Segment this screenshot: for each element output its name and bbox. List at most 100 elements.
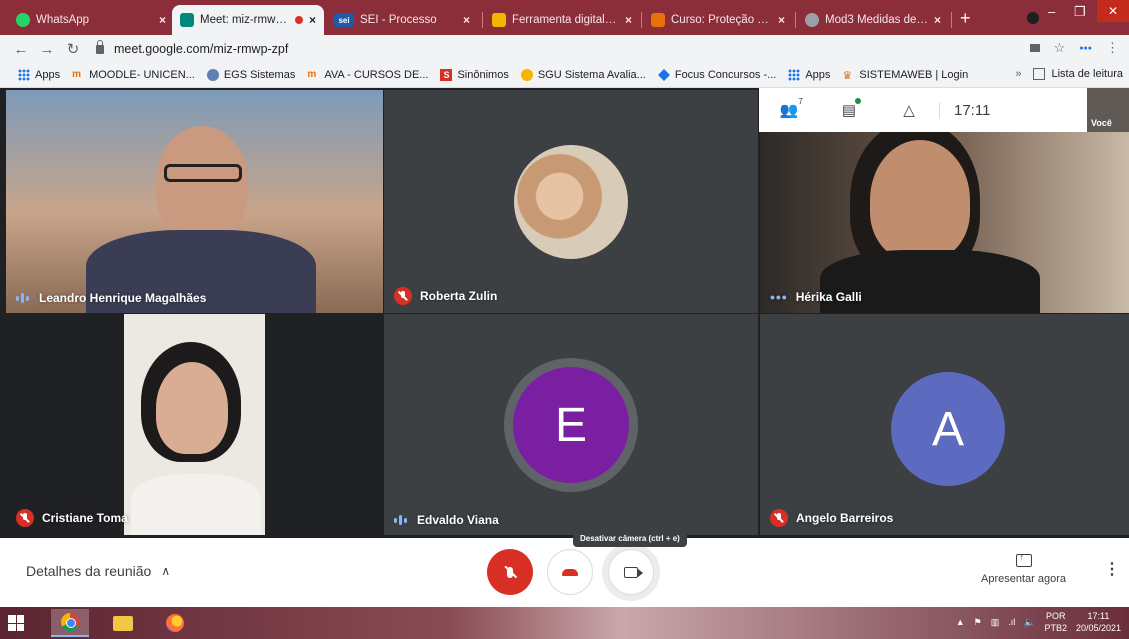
more-options-icon[interactable]: ⋮ <box>1104 559 1120 579</box>
globe-icon <box>805 13 819 27</box>
tab-whatsapp[interactable]: WhatsApp × <box>8 5 174 35</box>
sistemaweb-icon: ♛ <box>842 70 853 82</box>
tab-ferramenta[interactable]: Ferramenta digital (goo × <box>484 5 640 35</box>
new-tab-button[interactable]: + <box>960 8 971 29</box>
network-icon[interactable]: ▥ <box>991 617 1000 628</box>
participant-avatar: E <box>513 367 629 483</box>
close-tab-icon[interactable]: × <box>625 13 632 27</box>
menu-icon[interactable]: ⋮ <box>1106 40 1119 56</box>
participant-video <box>156 126 248 238</box>
muted-mic-icon <box>16 509 34 527</box>
participant-video <box>870 140 970 260</box>
clock-time: 17:11 <box>1087 611 1110 621</box>
participant-tile-roberta[interactable]: Roberta Zulin <box>384 90 758 313</box>
meeting-grid: Leandro Henrique Magalhães Roberta Zulin… <box>0 88 1129 538</box>
chat-button[interactable]: ▤ <box>819 98 879 119</box>
taskbar-file-explorer[interactable] <box>104 609 142 637</box>
bookmark-label: EGS Sistemas <box>223 69 296 81</box>
tab-separator <box>482 12 483 28</box>
close-tab-icon[interactable]: × <box>934 13 941 27</box>
tab-label: Ferramenta digital (goo <box>512 14 619 26</box>
meet-icon <box>180 13 194 27</box>
participant-tile-edvaldo[interactable]: E Edvaldo Viana <box>384 314 758 535</box>
back-icon[interactable]: ← <box>8 41 34 58</box>
clock-date: 20/05/2021 <box>1075 623 1121 633</box>
moodle-icon: m <box>72 69 81 80</box>
moodle-icon: m <box>307 69 317 80</box>
hang-up-icon <box>562 568 578 576</box>
star-icon[interactable]: ☆ <box>1054 40 1066 56</box>
muted-mic-icon <box>770 509 788 527</box>
camera-button[interactable] <box>608 549 654 595</box>
tab-strip: WhatsApp × Meet: miz-rmwp-z × sei SEI - … <box>0 0 1129 35</box>
bookmark-sinonimos[interactable]: S Sinônimos <box>440 69 509 81</box>
taskbar-clock[interactable]: 17:11 20/05/2021 <box>1076 610 1121 634</box>
self-label: Você <box>1091 118 1112 128</box>
bookmark-moodle[interactable]: m MOODLE- UNICEN... <box>72 69 195 81</box>
chevron-up-icon: ∧ <box>161 564 171 578</box>
tab-mod3[interactable]: Mod3 Medidas de Segu × <box>797 5 949 35</box>
close-tab-icon[interactable]: × <box>778 13 785 27</box>
taskbar-chrome[interactable] <box>51 609 89 637</box>
tab-label: Curso: Proteção de Dad <box>671 14 772 26</box>
mic-off-icon <box>507 566 513 578</box>
windows-start-icon[interactable] <box>8 615 24 631</box>
participant-tile-angelo[interactable]: A Angelo Barreiros <box>760 314 1129 535</box>
profile-icon[interactable] <box>1027 12 1039 24</box>
people-icon: 👥 <box>779 102 799 119</box>
language-indicator[interactable]: POR PTB2 <box>1044 610 1067 634</box>
close-tab-icon[interactable]: × <box>309 13 316 27</box>
leave-call-button[interactable] <box>547 549 593 595</box>
bookmark-sgu[interactable]: SGU Sistema Avalia... <box>520 69 646 81</box>
camera-icon <box>624 566 643 578</box>
self-view[interactable]: Você <box>1087 88 1129 132</box>
present-now-button[interactable]: Apresentar agora <box>981 552 1066 585</box>
bookmark-sistemaweb[interactable]: ♛ SISTEMAWEB | Login <box>842 69 968 82</box>
address-bar: ← → ↻ meet.google.com/miz-rmwp-zpf ☆ ●●●… <box>0 35 1129 63</box>
camera-in-use-icon[interactable] <box>1029 44 1040 52</box>
close-tab-icon[interactable]: × <box>159 13 166 27</box>
tab-meet[interactable]: Meet: miz-rmwp-z × <box>172 5 324 35</box>
minimize-icon[interactable]: – <box>1048 4 1055 19</box>
bookmark-apps[interactable]: Apps <box>18 69 60 81</box>
reload-icon[interactable]: ↻ <box>60 40 86 58</box>
tool-icon <box>492 13 506 27</box>
restore-icon[interactable]: ❐ <box>1074 4 1086 20</box>
folder-icon <box>113 615 133 631</box>
participant-tile-leandro[interactable]: Leandro Henrique Magalhães <box>6 90 383 313</box>
volume-icon[interactable]: 🔈 <box>1024 617 1035 628</box>
egs-icon <box>206 69 219 81</box>
tab-sei[interactable]: sei SEI - Processo × <box>326 5 478 35</box>
reading-list-icon[interactable] <box>1033 68 1046 80</box>
bookmark-label: Apps <box>35 69 61 81</box>
bookmark-focus[interactable]: Focus Concursos -... <box>657 69 776 81</box>
muted-mic-icon <box>394 287 412 305</box>
meeting-clock: 17:11 <box>939 101 998 119</box>
close-tab-icon[interactable]: × <box>463 13 470 27</box>
signal-icon[interactable]: .ıl <box>1008 617 1015 627</box>
microphone-button[interactable] <box>487 549 533 595</box>
participant-name: Edvaldo Viana <box>417 513 499 527</box>
tab-separator <box>951 12 952 28</box>
url-field[interactable]: meet.google.com/miz-rmwp-zpf <box>96 39 288 56</box>
bookmark-egs[interactable]: EGS Sistemas <box>206 69 296 81</box>
tray-chevron-icon[interactable]: ▲ <box>956 617 965 627</box>
participant-count: 7 <box>798 97 803 106</box>
activities-button[interactable]: △ <box>879 101 939 119</box>
people-button[interactable]: 👥 7 <box>759 97 819 119</box>
participant-name: Angelo Barreiros <box>796 511 894 525</box>
participant-tile-cristiane[interactable]: Cristiane Toma <box>6 314 383 535</box>
extension-icon[interactable]: ●●● <box>1079 45 1092 52</box>
reading-list-label[interactable]: Lista de leitura <box>1051 68 1123 80</box>
tab-curso[interactable]: Curso: Proteção de Dad × <box>643 5 793 35</box>
bookmark-ava[interactable]: m AVA - CURSOS DE... <box>307 69 428 81</box>
bookmark-label: MOODLE- UNICEN... <box>89 69 195 81</box>
participant-name: Roberta Zulin <box>420 289 498 303</box>
close-window-icon[interactable]: ✕ <box>1097 0 1129 22</box>
flag-icon[interactable]: ⚑ <box>974 617 982 628</box>
more-bookmarks-button[interactable]: » <box>1015 68 1021 80</box>
bookmark-apps-2[interactable]: Apps <box>788 69 830 81</box>
meeting-details-button[interactable]: Detalhes da reunião ∧ <box>26 563 170 579</box>
taskbar-firefox[interactable] <box>156 609 194 637</box>
forward-icon[interactable]: → <box>34 41 60 58</box>
